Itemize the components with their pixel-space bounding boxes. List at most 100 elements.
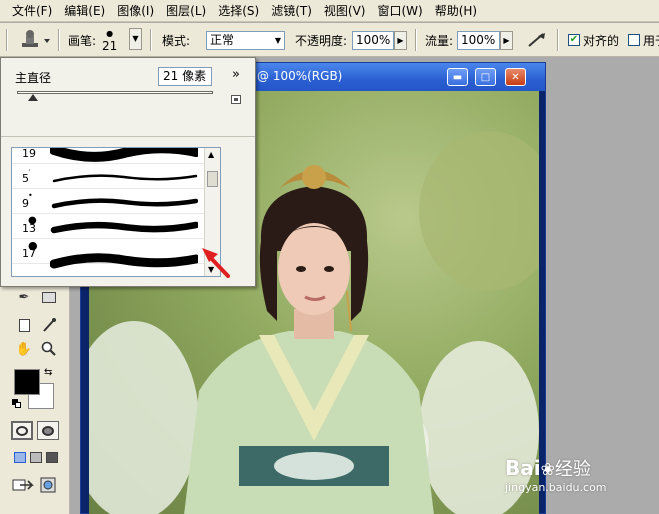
standard-mode-button[interactable] bbox=[11, 421, 33, 440]
minimize-icon: ▬ bbox=[452, 71, 463, 83]
master-diameter-value: 21 像素 bbox=[163, 69, 207, 83]
picker-menu-button[interactable]: » bbox=[232, 67, 240, 82]
triangle-right-icon: ▶ bbox=[503, 36, 510, 45]
menu-help[interactable]: 帮助(H) bbox=[429, 0, 483, 22]
brush-label: 画笔: bbox=[68, 33, 97, 48]
watermark-url: jingyan.baidu.com bbox=[505, 481, 607, 494]
pen-tool-icon[interactable]: ✒ bbox=[13, 287, 35, 307]
eyedropper-icon[interactable] bbox=[38, 315, 60, 335]
annotation-arrow-icon bbox=[202, 248, 230, 278]
menu-view[interactable]: 视图(V) bbox=[318, 0, 372, 22]
diameter-slider[interactable] bbox=[17, 90, 213, 101]
jump-to-imageready-icon[interactable] bbox=[11, 475, 37, 495]
save-brush-icon[interactable] bbox=[231, 95, 241, 104]
brush-size-label: 19 bbox=[22, 147, 36, 160]
grip-divider bbox=[6, 29, 8, 51]
brush-stroke-preview bbox=[50, 148, 198, 162]
clone-stamp-icon bbox=[22, 30, 50, 47]
sample-all-layers-label: 用于 bbox=[643, 33, 659, 48]
aligned-checkbox[interactable]: ✔ bbox=[568, 34, 580, 46]
watermark-brand: Bai bbox=[505, 456, 541, 480]
baidu-watermark: Bai❀经验 jingyan.baidu.com bbox=[505, 455, 607, 494]
brush-size-label: 17 bbox=[22, 247, 36, 260]
mode-select[interactable]: 正常 ▼ bbox=[206, 31, 285, 50]
menu-window[interactable]: 窗口(W) bbox=[371, 0, 428, 22]
brush-item[interactable]: • 9 bbox=[12, 190, 206, 214]
menu-bar: 文件(F) 编辑(E) 图像(I) 图层(L) 选择(S) 滤镜(T) 视图(V… bbox=[0, 0, 659, 22]
brush-stroke-preview bbox=[52, 174, 198, 183]
flow-label: 流量: bbox=[425, 33, 454, 48]
slider-thumb[interactable] bbox=[27, 94, 38, 101]
flow-slider-toggle[interactable]: ▶ bbox=[500, 31, 513, 50]
brush-size-value: 21 bbox=[102, 39, 118, 53]
imageready-icon[interactable] bbox=[37, 475, 59, 495]
options-bar: 画笔: ● 21 ▼ 模式: 正常 ▼ 不透明度: 100% ▶ 流量: 100… bbox=[0, 23, 659, 57]
menu-select[interactable]: 选择(S) bbox=[212, 0, 265, 22]
divider bbox=[415, 29, 417, 51]
brush-item[interactable]: · 5 bbox=[12, 165, 206, 189]
tool-preset-picker[interactable] bbox=[16, 23, 52, 57]
brush-item[interactable]: ● 13 bbox=[12, 215, 206, 239]
zoom-tool-icon[interactable] bbox=[38, 339, 60, 359]
document-title: @ 100%(RGB) bbox=[257, 69, 343, 83]
aligned-label: 对齐的 bbox=[583, 33, 620, 48]
chevron-down-icon: ▼ bbox=[274, 36, 281, 45]
maximize-button[interactable]: □ bbox=[475, 68, 496, 86]
brush-item[interactable]: 19 bbox=[12, 147, 206, 164]
opacity-slider-toggle[interactable]: ▶ bbox=[394, 31, 407, 50]
divider bbox=[557, 29, 559, 51]
brush-size-label: 9 bbox=[22, 197, 29, 210]
brush-stroke-preview bbox=[51, 198, 198, 209]
flow-input[interactable]: 100% bbox=[457, 31, 500, 50]
brush-preview[interactable]: ● 21 bbox=[102, 23, 117, 57]
airbrush-icon bbox=[528, 33, 545, 47]
divider bbox=[150, 29, 152, 51]
close-icon: ✕ bbox=[511, 71, 520, 83]
hand-tool-icon[interactable]: ✋ bbox=[13, 339, 35, 359]
sample-all-layers-checkbox[interactable] bbox=[628, 34, 640, 46]
menu-image[interactable]: 图像(I) bbox=[111, 0, 160, 22]
menu-file[interactable]: 文件(F) bbox=[6, 0, 58, 22]
swap-colors-icon[interactable]: ⇆ bbox=[44, 367, 52, 378]
mode-value: 正常 bbox=[210, 33, 235, 47]
circle-mask-icon bbox=[42, 425, 54, 436]
brush-stroke-preview bbox=[50, 253, 198, 269]
close-button[interactable]: ✕ bbox=[505, 68, 526, 86]
menu-layer[interactable]: 图层(L) bbox=[160, 0, 212, 22]
brush-item[interactable]: ● 17 bbox=[12, 240, 206, 269]
slider-track bbox=[17, 91, 213, 94]
scroll-up-icon[interactable]: ▲ bbox=[208, 150, 214, 159]
divider bbox=[58, 29, 60, 51]
triangle-right-icon: ▶ bbox=[397, 36, 404, 45]
opacity-value: 100% bbox=[356, 33, 391, 47]
opacity-input[interactable]: 100% bbox=[352, 31, 394, 50]
master-diameter-label: 主直径 bbox=[15, 71, 52, 85]
mode-label: 模式: bbox=[162, 33, 191, 48]
quick-mask-button[interactable] bbox=[37, 421, 59, 440]
full-screen-mode-icon[interactable] bbox=[41, 447, 63, 467]
chevron-down-icon: ▼ bbox=[132, 34, 139, 43]
brush-size-label: 13 bbox=[22, 222, 36, 235]
brush-stroke-preview bbox=[50, 221, 198, 234]
flow-value: 100% bbox=[461, 33, 496, 47]
foreground-color-swatch[interactable] bbox=[14, 369, 40, 395]
master-diameter-input[interactable]: 21 像素 bbox=[158, 67, 212, 86]
watermark-brand-suffix: 经验 bbox=[554, 459, 591, 480]
brush-size-label: 5 bbox=[22, 172, 29, 185]
menu-filter[interactable]: 滤镜(T) bbox=[265, 0, 318, 22]
panel-divider bbox=[1, 136, 255, 137]
brush-preset-list[interactable]: 19 · 5 • 9 ● 13 ● 17 ▲ ▼ bbox=[11, 147, 221, 277]
default-colors-icon[interactable] bbox=[12, 399, 22, 409]
airbrush-toggle[interactable] bbox=[525, 23, 549, 57]
circle-mask-icon bbox=[16, 425, 28, 436]
minimize-button[interactable]: ▬ bbox=[447, 68, 468, 86]
scroll-thumb[interactable] bbox=[207, 171, 218, 187]
opacity-label: 不透明度: bbox=[295, 33, 348, 48]
brush-picker-dropdown[interactable]: ▼ bbox=[129, 28, 142, 50]
notes-tool-icon[interactable] bbox=[13, 315, 35, 335]
menu-edit[interactable]: 编辑(E) bbox=[58, 0, 111, 22]
paw-icon: ❀ bbox=[540, 460, 555, 480]
shape-tool-icon[interactable] bbox=[38, 287, 60, 307]
maximize-icon: □ bbox=[480, 71, 491, 83]
check-icon: ✔ bbox=[569, 34, 579, 45]
